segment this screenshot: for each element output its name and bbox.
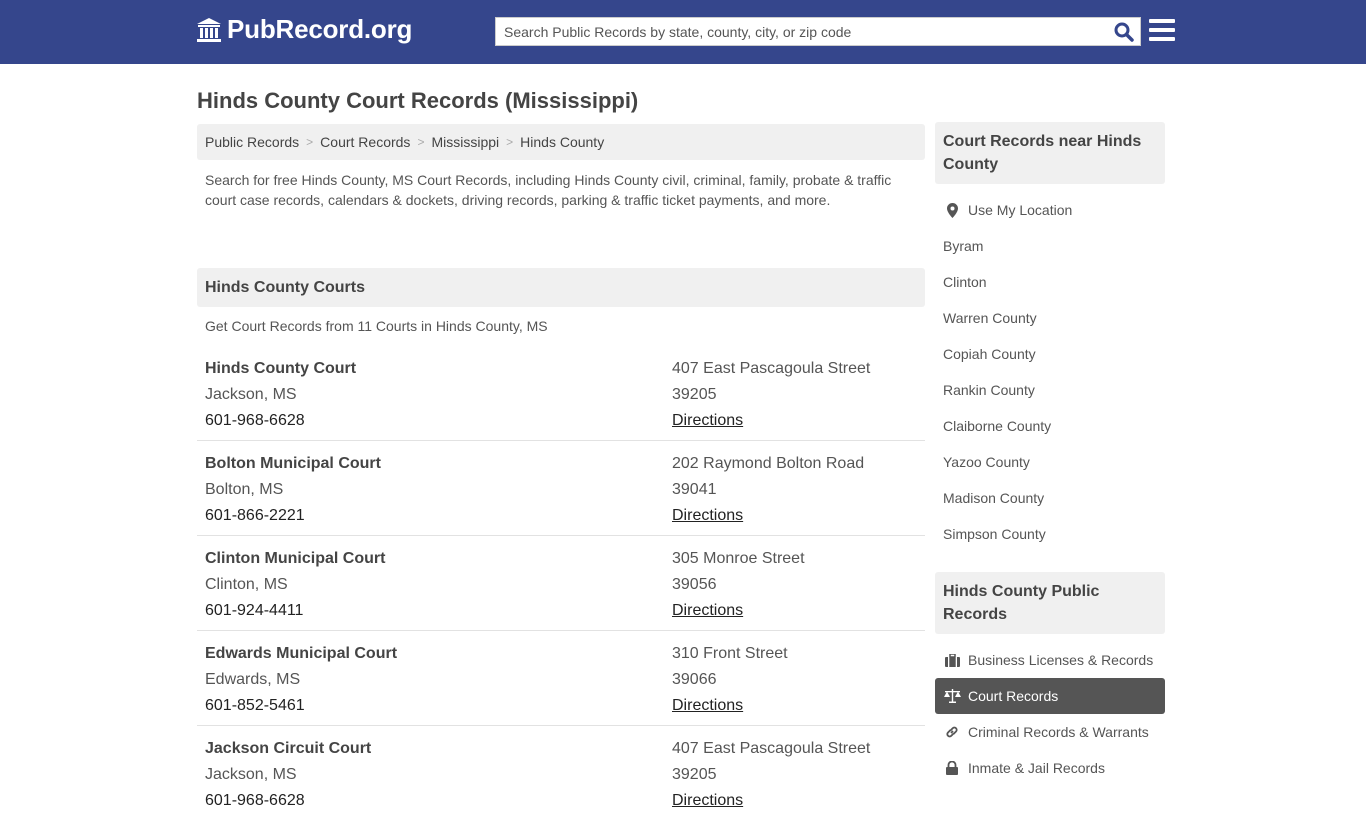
court-zip: 39205 [672, 766, 717, 783]
court-item: Clinton Municipal Court Clinton, MS 601-… [197, 536, 925, 631]
search-input[interactable] [496, 18, 1108, 45]
breadcrumb-mississippi[interactable]: Mississippi [431, 134, 499, 150]
nearby-link[interactable]: Byram [935, 228, 1165, 264]
court-city: Jackson, MS [205, 386, 297, 403]
nearby-link[interactable]: Clinton [935, 264, 1165, 300]
directions-link[interactable]: Directions [672, 792, 743, 809]
search-button[interactable] [1108, 18, 1140, 45]
court-list: Hinds County Court Jackson, MS 601-968-6… [197, 346, 925, 821]
court-item: Edwards Municipal Court Edwards, MS 601-… [197, 631, 925, 726]
nearby-link[interactable]: Madison County [935, 480, 1165, 516]
court-zip: 39056 [672, 576, 717, 593]
nearby-link[interactable]: Copiah County [935, 336, 1165, 372]
court-street: 407 East Pascagoula Street [672, 740, 871, 757]
directions-link[interactable]: Directions [672, 507, 743, 524]
map-marker-icon [943, 202, 961, 218]
court-zip: 39205 [672, 386, 717, 403]
breadcrumb: Public Records > Court Records > Mississ… [197, 124, 925, 160]
courthouse-icon [197, 17, 221, 42]
nearby-title: Court Records near Hinds County [935, 122, 1165, 184]
court-phone[interactable]: 601-968-6628 [205, 408, 672, 434]
breadcrumb-hinds-county[interactable]: Hinds County [520, 134, 604, 150]
court-street: 202 Raymond Bolton Road [672, 455, 865, 472]
scale-icon [943, 689, 961, 703]
court-zip: 39041 [672, 481, 717, 498]
directions-link[interactable]: Directions [672, 697, 743, 714]
sidebar: Court Records near Hinds County Use My L… [935, 122, 1165, 786]
court-phone[interactable]: 601-924-4411 [205, 598, 672, 624]
directions-link[interactable]: Directions [672, 602, 743, 619]
court-zip: 39066 [672, 671, 717, 688]
top-navigation-bar: PubRecord.org [0, 0, 1366, 64]
sidebar-item-business-licenses[interactable]: Business Licenses & Records [935, 642, 1165, 678]
courts-section-title: Hinds County Courts [197, 268, 925, 307]
court-city: Jackson, MS [205, 766, 297, 783]
nearby-list: Use My Location Byram Clinton Warren Cou… [935, 184, 1165, 552]
sidebar-item-label: Court Records [968, 688, 1059, 704]
nearby-link[interactable]: Yazoo County [935, 444, 1165, 480]
public-records-title: Hinds County Public Records [935, 572, 1165, 634]
logo-text: PubRecord.org [227, 14, 413, 44]
lock-icon [943, 761, 961, 775]
court-street: 407 East Pascagoula Street [672, 360, 871, 377]
use-my-location-label: Use My Location [968, 202, 1073, 218]
sidebar-item-label: Business Licenses & Records [968, 652, 1154, 668]
breadcrumb-separator: > [506, 135, 514, 149]
breadcrumb-public-records[interactable]: Public Records [205, 134, 299, 150]
nearby-link[interactable]: Warren County [935, 300, 1165, 336]
court-phone[interactable]: 601-968-6628 [205, 788, 672, 814]
sidebar-item-label: Criminal Records & Warrants [968, 724, 1149, 740]
court-item: Hinds County Court Jackson, MS 601-968-6… [197, 346, 925, 441]
courts-section-subtitle: Get Court Records from 11 Courts in Hind… [205, 318, 548, 334]
public-records-list: Business Licenses & Records Court Record… [935, 634, 1165, 786]
use-my-location-button[interactable]: Use My Location [935, 192, 1165, 228]
court-city: Edwards, MS [205, 671, 301, 688]
nearby-link[interactable]: Rankin County [935, 372, 1165, 408]
court-name: Bolton Municipal Court [205, 455, 381, 472]
breadcrumb-separator: > [417, 135, 425, 149]
court-name: Edwards Municipal Court [205, 645, 398, 662]
court-item: Bolton Municipal Court Bolton, MS 601-86… [197, 441, 925, 536]
court-phone[interactable]: 601-852-5461 [205, 693, 672, 719]
breadcrumb-separator: > [306, 135, 314, 149]
sidebar-item-inmate-records[interactable]: Inmate & Jail Records [935, 750, 1165, 786]
page-title: Hinds County Court Records (Mississippi) [197, 88, 639, 113]
court-city: Clinton, MS [205, 576, 288, 593]
court-city: Bolton, MS [205, 481, 284, 498]
search-icon [1114, 22, 1134, 42]
sidebar-item-court-records[interactable]: Court Records [935, 678, 1165, 714]
court-name: Jackson Circuit Court [205, 740, 372, 757]
breadcrumb-court-records[interactable]: Court Records [320, 134, 410, 150]
directions-link[interactable]: Directions [672, 412, 743, 429]
intro-text: Search for free Hinds County, MS Court R… [205, 172, 892, 208]
sidebar-item-label: Inmate & Jail Records [968, 760, 1105, 776]
site-logo[interactable]: PubRecord.org [195, 14, 412, 45]
court-name: Clinton Municipal Court [205, 550, 386, 567]
nearby-link[interactable]: Claiborne County [935, 408, 1165, 444]
briefcase-icon [943, 653, 961, 667]
nearby-link[interactable]: Simpson County [935, 516, 1165, 552]
link-icon [943, 725, 961, 739]
search-box [495, 17, 1141, 46]
court-phone[interactable]: 601-866-2221 [205, 503, 672, 529]
court-item: Jackson Circuit Court Jackson, MS 601-96… [197, 726, 925, 821]
main-content: Public Records > Court Records > Mississ… [197, 124, 925, 821]
sidebar-item-criminal-records[interactable]: Criminal Records & Warrants [935, 714, 1165, 750]
court-street: 305 Monroe Street [672, 550, 805, 567]
hamburger-menu-icon[interactable] [1149, 19, 1175, 43]
court-street: 310 Front Street [672, 645, 788, 662]
court-name: Hinds County Court [205, 360, 357, 377]
